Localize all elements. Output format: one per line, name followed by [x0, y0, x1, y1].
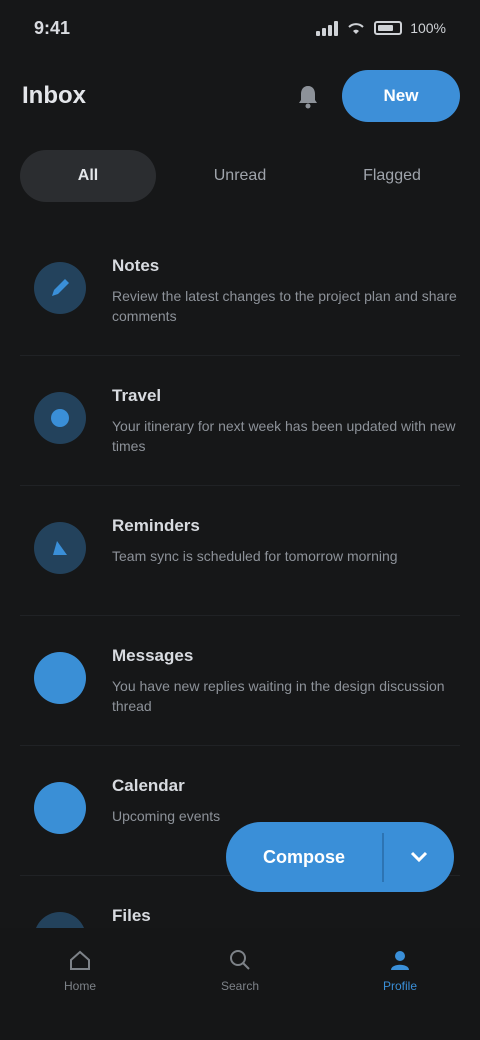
item-icon-wrap [20, 768, 100, 848]
item-text: Review the latest changes to the project… [112, 288, 457, 324]
item-body: Reminders Team sync is scheduled for tom… [112, 508, 460, 566]
item-title: Travel [112, 386, 162, 405]
status-time: 9:41 [34, 17, 71, 38]
battery-level: 100% [410, 20, 446, 36]
nav-label: Profile [382, 979, 417, 993]
item-title: Messages [112, 646, 194, 665]
chat-icon [34, 652, 86, 704]
item-text: You have new replies waiting in the desi… [112, 678, 445, 714]
nav-label: Search [220, 979, 260, 993]
status-bar: 9:41 100% [0, 0, 480, 56]
item-body: Messages You have new replies waiting in… [112, 638, 460, 716]
list-item[interactable]: Messages You have new replies waiting in… [20, 616, 460, 746]
item-icon-wrap [20, 638, 100, 718]
compose-fab: Compose [226, 822, 454, 892]
battery-icon [374, 21, 403, 35]
item-body: Travel Your itinerary for next week has … [112, 378, 460, 456]
search-icon [230, 950, 250, 970]
list-item[interactable]: Reminders Team sync is scheduled for tom… [20, 486, 460, 616]
new-button[interactable]: New [342, 70, 460, 122]
item-body: Calendar Upcoming events [112, 768, 460, 826]
nav-label: Home [63, 979, 96, 993]
item-title: Files [112, 906, 151, 925]
status-left: 9:41 [34, 18, 70, 39]
bottom-nav: Home Search Profile [0, 928, 480, 1040]
nav-profile[interactable]: Profile [360, 935, 440, 1005]
item-title: Notes [112, 256, 160, 275]
item-text: Your itinerary for next week has been up… [112, 418, 456, 454]
item-icon-wrap [20, 248, 100, 328]
item-title: Calendar [112, 776, 185, 795]
bell-icon [34, 522, 86, 574]
item-body: Notes Review the latest changes to the p… [112, 248, 460, 326]
page-title: Inbox [22, 82, 86, 109]
fab-more-button[interactable] [384, 822, 454, 892]
nav-search[interactable]: Search [200, 935, 280, 1005]
list-item[interactable]: Notes Review the latest changes to the p… [20, 226, 460, 356]
filter-tabs: All Unread Flagged [20, 148, 460, 204]
nav-home[interactable]: Home [40, 935, 120, 1005]
item-text: Team sync is scheduled for tomorrow morn… [112, 548, 398, 564]
item-title: Reminders [112, 516, 200, 535]
person-icon [391, 951, 409, 970]
tab-all[interactable]: All [20, 150, 156, 202]
status-right: 100% [316, 20, 446, 36]
pen-icon [34, 262, 86, 314]
home-icon [70, 950, 90, 970]
calendar-icon [34, 782, 86, 834]
list-item[interactable]: Travel Your itinerary for next week has … [20, 356, 460, 486]
item-icon-wrap [20, 378, 100, 458]
chevron-down-icon [410, 851, 428, 863]
wifi-icon [348, 23, 364, 34]
app-screen: 9:41 100% Inbox New All Unread Flagged N… [0, 0, 480, 1040]
app-header: Inbox New [0, 66, 480, 126]
tab-unread[interactable]: Unread [172, 150, 308, 202]
notifications-icon[interactable] [290, 78, 326, 114]
signal-icon [316, 20, 339, 36]
tab-flagged[interactable]: Flagged [324, 150, 460, 202]
globe-icon [34, 392, 86, 444]
compose-button[interactable]: Compose [226, 822, 382, 892]
item-icon-wrap [20, 508, 100, 588]
